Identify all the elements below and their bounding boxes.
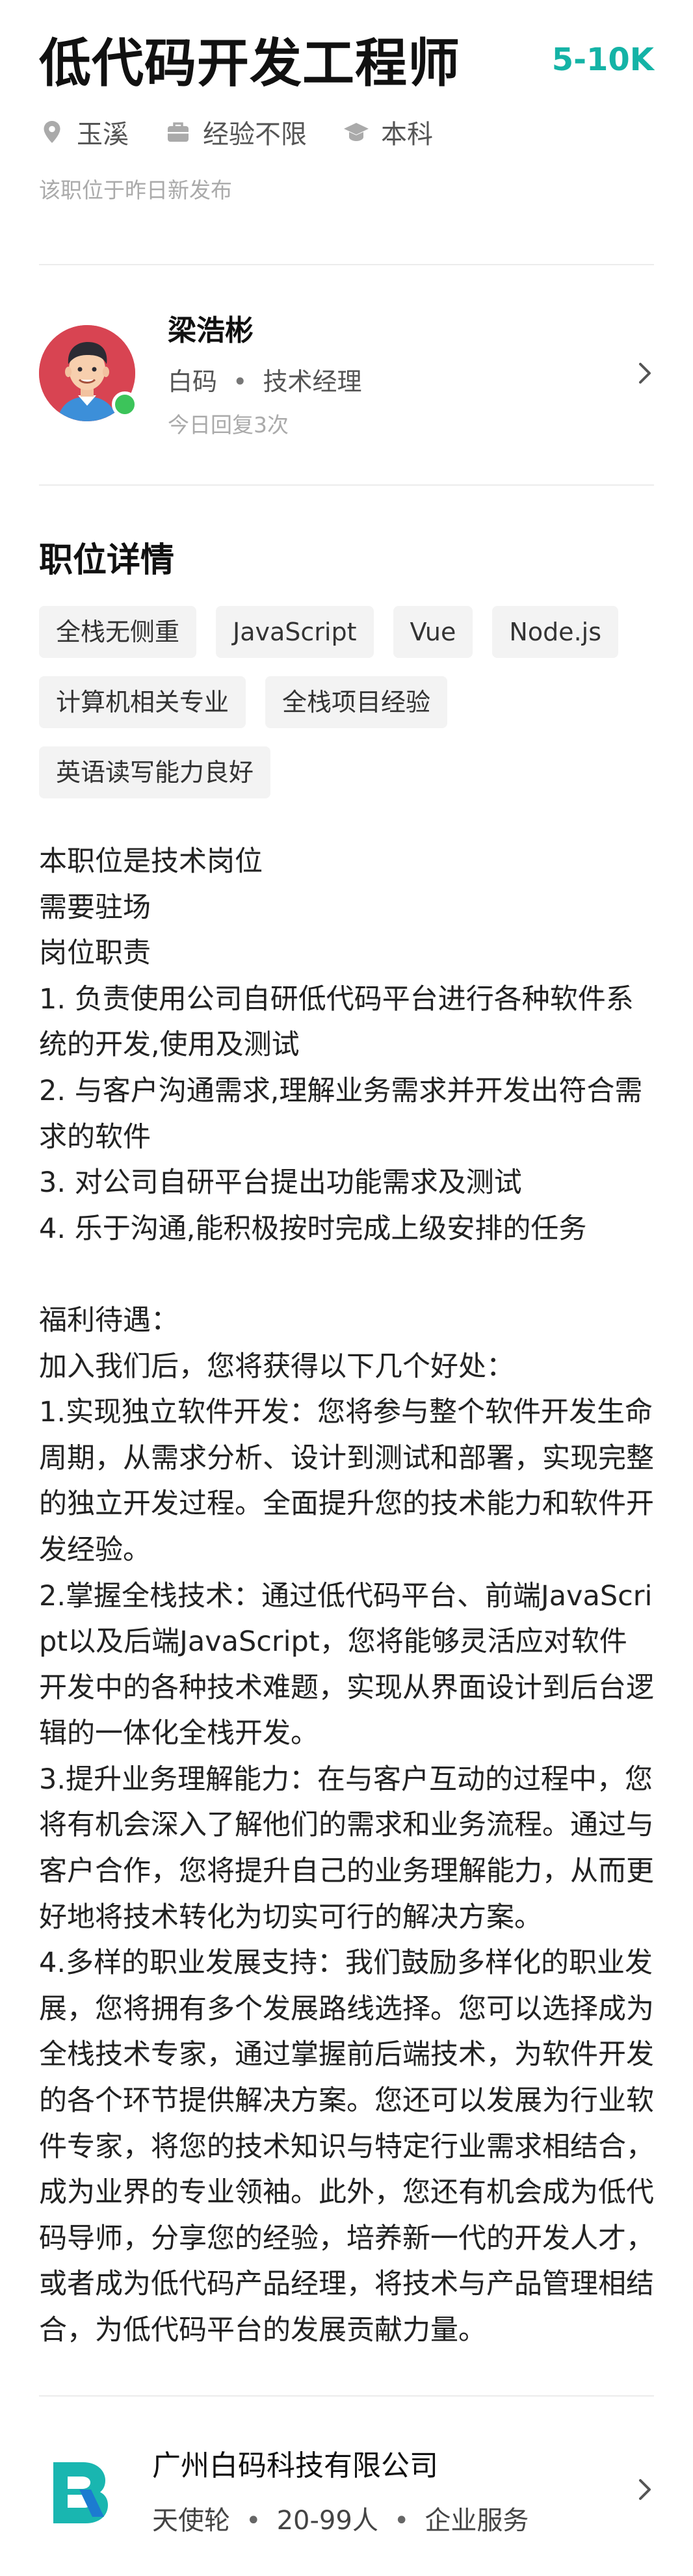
job-header: 低代码开发工程师 5-10K 玉溪 经验不限 本科 该职位于昨日新发布 bbox=[0, 0, 693, 264]
job-details-section: 职位详情 全栈无侧重 JavaScript Vue Node.js 计算机相关专… bbox=[0, 532, 693, 2395]
meta-location: 玉溪 bbox=[39, 113, 129, 151]
company-industry: 企业服务 bbox=[425, 2505, 529, 2536]
recruiter-avatar-wrap bbox=[39, 324, 138, 421]
meta-experience: 经验不限 bbox=[165, 113, 307, 151]
skill-tag: Node.js bbox=[492, 606, 618, 658]
skill-tag: Vue bbox=[393, 606, 473, 658]
section-title: 职位详情 bbox=[39, 541, 175, 580]
recruiter-position: 白码 • 技术经理 bbox=[168, 361, 637, 397]
skill-tags: 全栈无侧重 JavaScript Vue Node.js 计算机相关专业 全栈项… bbox=[39, 606, 654, 817]
recruiter-name: 梁浩彬 bbox=[168, 314, 254, 347]
skill-tag: JavaScript bbox=[216, 606, 374, 658]
separator-dot: • bbox=[393, 2505, 410, 2536]
separator-dot: • bbox=[233, 367, 248, 396]
job-detail-page: 低代码开发工程师 5-10K 玉溪 经验不限 本科 该职位于昨日新发布 梁浩彬 … bbox=[0, 0, 693, 2544]
company-card[interactable]: 广州白码科技有限公司 天使轮 • 20-99人 • 企业服务 bbox=[0, 2397, 693, 2576]
meta-education: 本科 bbox=[343, 113, 433, 151]
salary: 5-10K bbox=[551, 42, 654, 78]
location-text: 玉溪 bbox=[77, 120, 129, 150]
company-logo-icon bbox=[53, 2462, 108, 2523]
separator-dot: • bbox=[246, 2505, 261, 2536]
company-meta: 天使轮 • 20-99人 • 企业服务 bbox=[152, 2499, 637, 2537]
reply-status: 今日回复3次 bbox=[168, 412, 289, 438]
online-status-dot bbox=[112, 391, 138, 417]
job-title: 低代码开发工程师 bbox=[39, 33, 460, 94]
divider bbox=[39, 484, 654, 486]
job-description: 本职位是技术岗位 需要驻场 岗位职责 1. 负责使用公司自研低代码平台进行各种软… bbox=[39, 845, 654, 2346]
skill-tag: 英语读写能力良好 bbox=[39, 746, 271, 798]
recruiter-info: 梁浩彬 白码 • 技术经理 今日回复3次 bbox=[168, 307, 637, 439]
skill-tag: 全栈项目经验 bbox=[265, 676, 448, 728]
skill-tag: 计算机相关专业 bbox=[39, 676, 246, 728]
company-size: 20-99人 bbox=[276, 2505, 378, 2536]
title-row: 低代码开发工程师 5-10K bbox=[39, 27, 654, 100]
company-funding: 天使轮 bbox=[152, 2505, 230, 2536]
posted-time: 该职位于昨日新发布 bbox=[39, 177, 232, 203]
chevron-right-icon[interactable] bbox=[637, 358, 654, 389]
briefcase-icon bbox=[165, 119, 191, 145]
recruiter-company: 白码 bbox=[168, 367, 218, 396]
recruiter-role: 技术经理 bbox=[263, 367, 362, 396]
company-info: 广州白码科技有限公司 天使轮 • 20-99人 • 企业服务 bbox=[152, 2442, 637, 2537]
recruiter-card[interactable]: 梁浩彬 白码 • 技术经理 今日回复3次 bbox=[0, 265, 693, 484]
education-text: 本科 bbox=[381, 120, 433, 150]
graduation-cap-icon bbox=[343, 119, 369, 145]
chevron-right-icon[interactable] bbox=[637, 2474, 654, 2505]
location-pin-icon bbox=[39, 119, 65, 145]
company-name: 广州白码科技有限公司 bbox=[152, 2449, 438, 2482]
experience-text: 经验不限 bbox=[203, 120, 307, 150]
job-meta: 玉溪 经验不限 本科 bbox=[39, 113, 654, 151]
skill-tag: 全栈无侧重 bbox=[39, 606, 197, 658]
